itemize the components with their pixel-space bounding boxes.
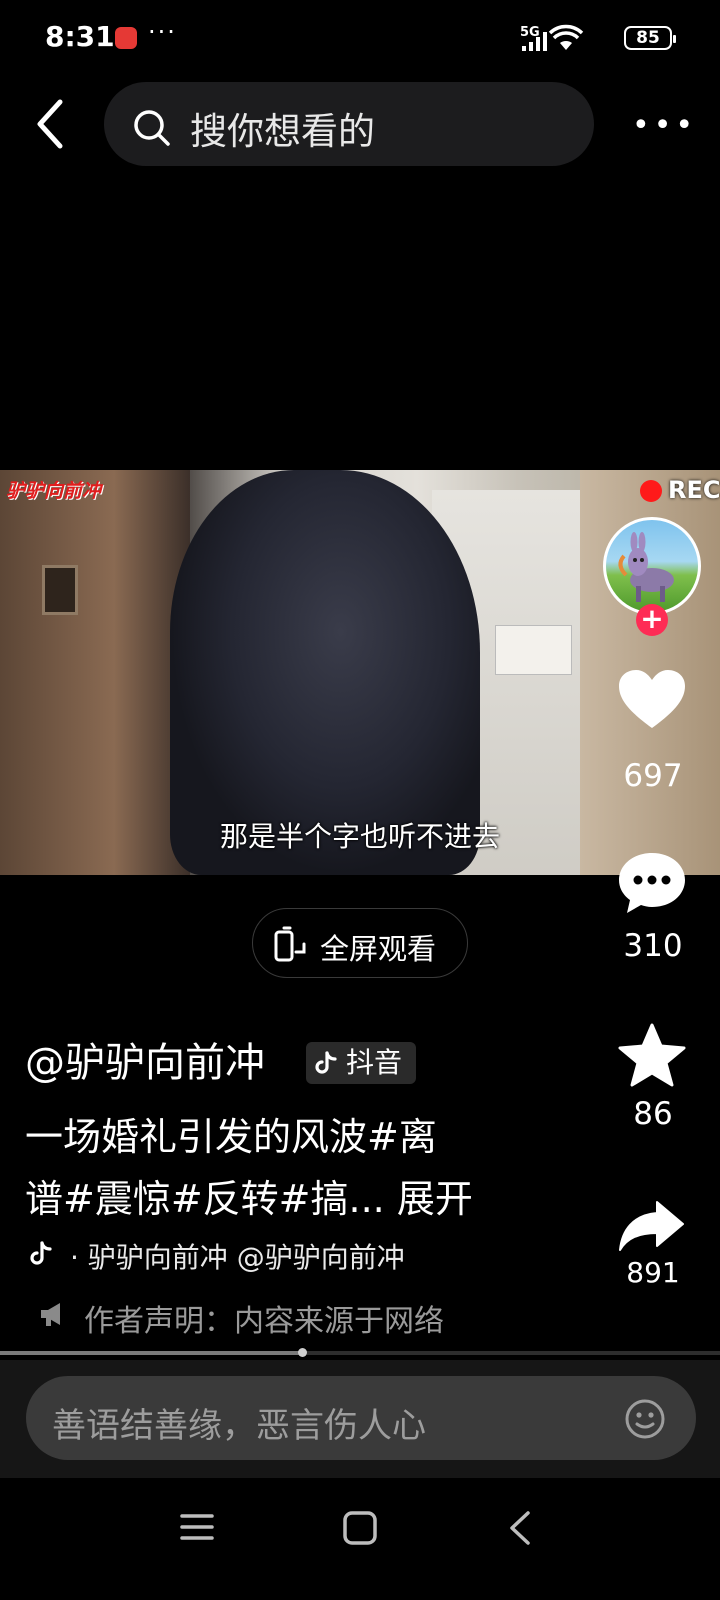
megaphone-icon [41,1303,60,1326]
fullscreen-label: 全屏观看 [320,932,437,966]
search-icon [134,110,170,146]
like-heart-icon[interactable] [617,668,687,732]
follow-plus-button[interactable]: + [636,604,668,636]
progress-fill [0,1351,303,1355]
home-square-icon[interactable] [342,1510,378,1546]
rec-label: REC [668,476,720,504]
search-placeholder: 搜你想看的 [190,110,375,153]
recent-apps-menu-icon[interactable] [180,1510,214,1544]
back-icon[interactable] [30,96,80,152]
video-player[interactable]: 驴驴向前冲 REC 那是半个字也听不进去 [0,470,720,875]
music-note-icon [30,1241,52,1265]
share-arrow-icon[interactable] [617,1198,687,1254]
share-count: 891 [626,1256,680,1289]
more-options-icon[interactable]: ••• [632,108,697,143]
status-time: 8:31 [45,20,115,53]
progress-knob[interactable] [298,1348,308,1357]
douyin-logo-icon [315,1051,337,1074]
like-count: 697 [623,758,683,794]
comment-count: 310 [623,928,683,964]
video-watermark: 驴驴向前冲 [6,480,102,502]
platform-label: 抖音 [346,1046,403,1079]
status-more-indicator: ··· [148,18,177,46]
donkey-avatar-icon [618,532,674,602]
favorite-count: 86 [633,1096,673,1132]
signal-wifi-icons: 5G [520,24,584,51]
comment-placeholder: 善语结善缘，恶言伤人心 [52,1406,426,1446]
comment-bubble-icon[interactable] [617,850,687,916]
rec-dot-icon [640,480,662,502]
app-notification-icon [115,27,137,49]
emoji-icon[interactable] [624,1398,666,1440]
nav-back-icon[interactable] [506,1510,534,1546]
favorite-star-icon[interactable] [617,1022,687,1088]
battery-indicator: 85 [624,26,676,50]
description-line-2[interactable]: 谱#震惊#反转#搞... 展开 [25,1168,473,1223]
video-subtitle: 那是半个字也听不进去 [219,820,500,853]
author-name[interactable]: @驴驴向前冲 [25,1030,265,1088]
fullscreen-rotate-icon [274,926,306,962]
music-info[interactable]: · 驴驴向前冲 @驴驴向前冲 [70,1236,405,1276]
author-avatar[interactable] [603,517,701,615]
author-declaration: 作者声明：内容来源于网络 [84,1304,444,1339]
description-line-1[interactable]: 一场婚礼引发的风波#离 [25,1106,437,1161]
